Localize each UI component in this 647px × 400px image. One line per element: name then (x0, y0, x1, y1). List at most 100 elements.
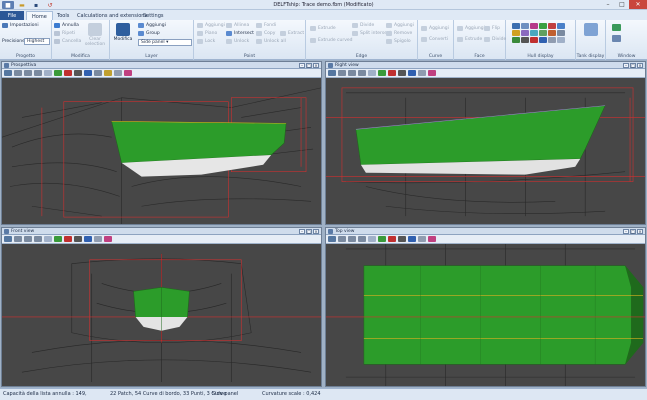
viewport-maximize[interactable]: □ (306, 229, 312, 234)
zebra-view-icon[interactable] (398, 70, 406, 76)
viewport-close[interactable]: × (313, 63, 319, 68)
print-icon[interactable] (328, 70, 336, 76)
interior-edges-icon[interactable] (521, 23, 529, 29)
pan-icon[interactable] (358, 236, 366, 242)
gauss-icon[interactable] (530, 37, 538, 43)
precision-select[interactable]: Highest (24, 38, 50, 45)
layer-select[interactable]: Side panel ▾ (138, 39, 192, 46)
copy-button[interactable]: Copy (256, 31, 275, 36)
pan-icon[interactable] (34, 236, 42, 242)
cam-icon[interactable] (94, 70, 102, 76)
bg-icon[interactable] (418, 236, 426, 242)
zoom-icon[interactable] (338, 236, 346, 242)
extrude-button[interactable]: Extrude (310, 26, 336, 31)
fit-icon[interactable] (24, 70, 32, 76)
layer-aggiungi-button[interactable]: Aggiungi (138, 23, 166, 28)
estrude-button[interactable]: Estrude (457, 37, 482, 42)
divide-face-button[interactable]: Divide (484, 37, 506, 42)
zebra-view-icon[interactable] (398, 236, 406, 242)
point-aggiungi-button[interactable]: Aggiungi (197, 23, 225, 28)
shade-icon[interactable] (512, 37, 520, 43)
cascade-windows-button[interactable] (612, 35, 621, 42)
zebra-view-icon[interactable] (74, 236, 82, 242)
viewport-canvas[interactable] (2, 244, 321, 386)
zoom-icon[interactable] (338, 70, 346, 76)
viewport-perspective[interactable]: Prospettiva – □ × (1, 61, 322, 225)
viewport-close[interactable]: × (313, 229, 319, 234)
edge-aggiungi-button[interactable]: Aggiungi (386, 23, 414, 28)
allinea-button[interactable]: Allinea (226, 23, 249, 28)
zoom-icon[interactable] (14, 236, 22, 242)
gauss-view-icon[interactable] (388, 70, 396, 76)
tile-windows-button[interactable] (612, 24, 621, 31)
develop-view-icon[interactable] (84, 236, 92, 242)
spigolo-button[interactable]: Spigolo (386, 39, 411, 44)
control-net-icon[interactable] (512, 23, 520, 29)
tank-display-button[interactable] (578, 23, 604, 51)
wireframe-icon[interactable] (368, 70, 376, 76)
extract-button[interactable]: Extract (280, 31, 304, 36)
viewport-right-view[interactable]: Right view – □ × (325, 61, 646, 225)
maximize-button[interactable]: □ (615, 0, 629, 9)
viewport-top-view[interactable]: Top view – □ × (325, 227, 646, 387)
viewport-minimize[interactable]: – (623, 63, 629, 68)
tab-file[interactable]: File (0, 11, 24, 20)
viewport-minimize[interactable]: – (299, 229, 305, 234)
wireframe-icon[interactable] (44, 70, 52, 76)
zebra-view-icon[interactable] (74, 70, 82, 76)
stations-icon[interactable] (539, 23, 547, 29)
bg-icon[interactable] (114, 70, 122, 76)
annulla-button[interactable]: Annulla (54, 23, 79, 28)
print-icon[interactable] (328, 236, 336, 242)
zebra-icon[interactable] (521, 37, 529, 43)
viewport-front-view[interactable]: Front view – □ × (1, 227, 322, 387)
fit-icon[interactable] (348, 236, 356, 242)
buttocks-icon[interactable] (548, 23, 556, 29)
mesh-icon[interactable] (548, 37, 556, 43)
viewport-minimize[interactable]: – (623, 229, 629, 234)
grid-icon[interactable] (557, 37, 565, 43)
piano-button[interactable]: Piano (197, 31, 217, 36)
layer-modifica-button[interactable]: Modifica (110, 23, 136, 51)
curve-aggiungi-button[interactable]: Aggiungi (421, 26, 449, 31)
fondi-button[interactable]: Fondi (256, 23, 276, 28)
viewport-canvas[interactable] (2, 78, 321, 224)
tab-settings[interactable]: Settings (138, 11, 169, 20)
viewport-canvas[interactable] (326, 244, 645, 386)
divide-edge-button[interactable]: Divide (352, 23, 374, 28)
face-aggiungi-button[interactable]: Aggiungi (457, 26, 485, 31)
color-icon[interactable] (124, 70, 132, 76)
shade-view-icon[interactable] (378, 70, 386, 76)
tab-tools[interactable]: Tools (52, 11, 74, 20)
develop-view-icon[interactable] (408, 236, 416, 242)
gauss-view-icon[interactable] (388, 236, 396, 242)
zoom-icon[interactable] (14, 70, 22, 76)
viewport-maximize[interactable]: □ (630, 229, 636, 234)
develop-view-icon[interactable] (408, 70, 416, 76)
gauss-view-icon[interactable] (64, 236, 72, 242)
hydrostatics-icon[interactable] (548, 30, 556, 36)
flip-button[interactable]: Flip (484, 26, 500, 31)
intersect-button[interactable]: Intersect (226, 31, 254, 36)
viewport-close[interactable]: × (637, 63, 643, 68)
pan-icon[interactable] (358, 70, 366, 76)
wireframe-icon[interactable] (368, 236, 376, 242)
color-icon[interactable] (428, 70, 436, 76)
unlock-button[interactable]: Unlock (226, 39, 249, 44)
developable-icon[interactable] (539, 37, 547, 43)
fit-icon[interactable] (24, 236, 32, 242)
curvature-icon[interactable] (530, 23, 538, 29)
viewport-canvas[interactable] (326, 78, 645, 224)
background-image-icon[interactable] (557, 30, 565, 36)
minimize-button[interactable]: – (601, 0, 615, 9)
waterlines-icon[interactable] (557, 23, 565, 29)
remove-edge-button[interactable]: Remove (386, 31, 412, 36)
cancella-button[interactable]: Cancella (54, 39, 81, 44)
pan-icon[interactable] (34, 70, 42, 76)
flowlines-icon[interactable] (539, 30, 547, 36)
develop-view-icon[interactable] (84, 70, 92, 76)
print-icon[interactable] (4, 70, 12, 76)
markers-icon[interactable] (530, 30, 538, 36)
diagonals-icon[interactable] (512, 30, 520, 36)
group-button[interactable]: Group (138, 31, 160, 36)
